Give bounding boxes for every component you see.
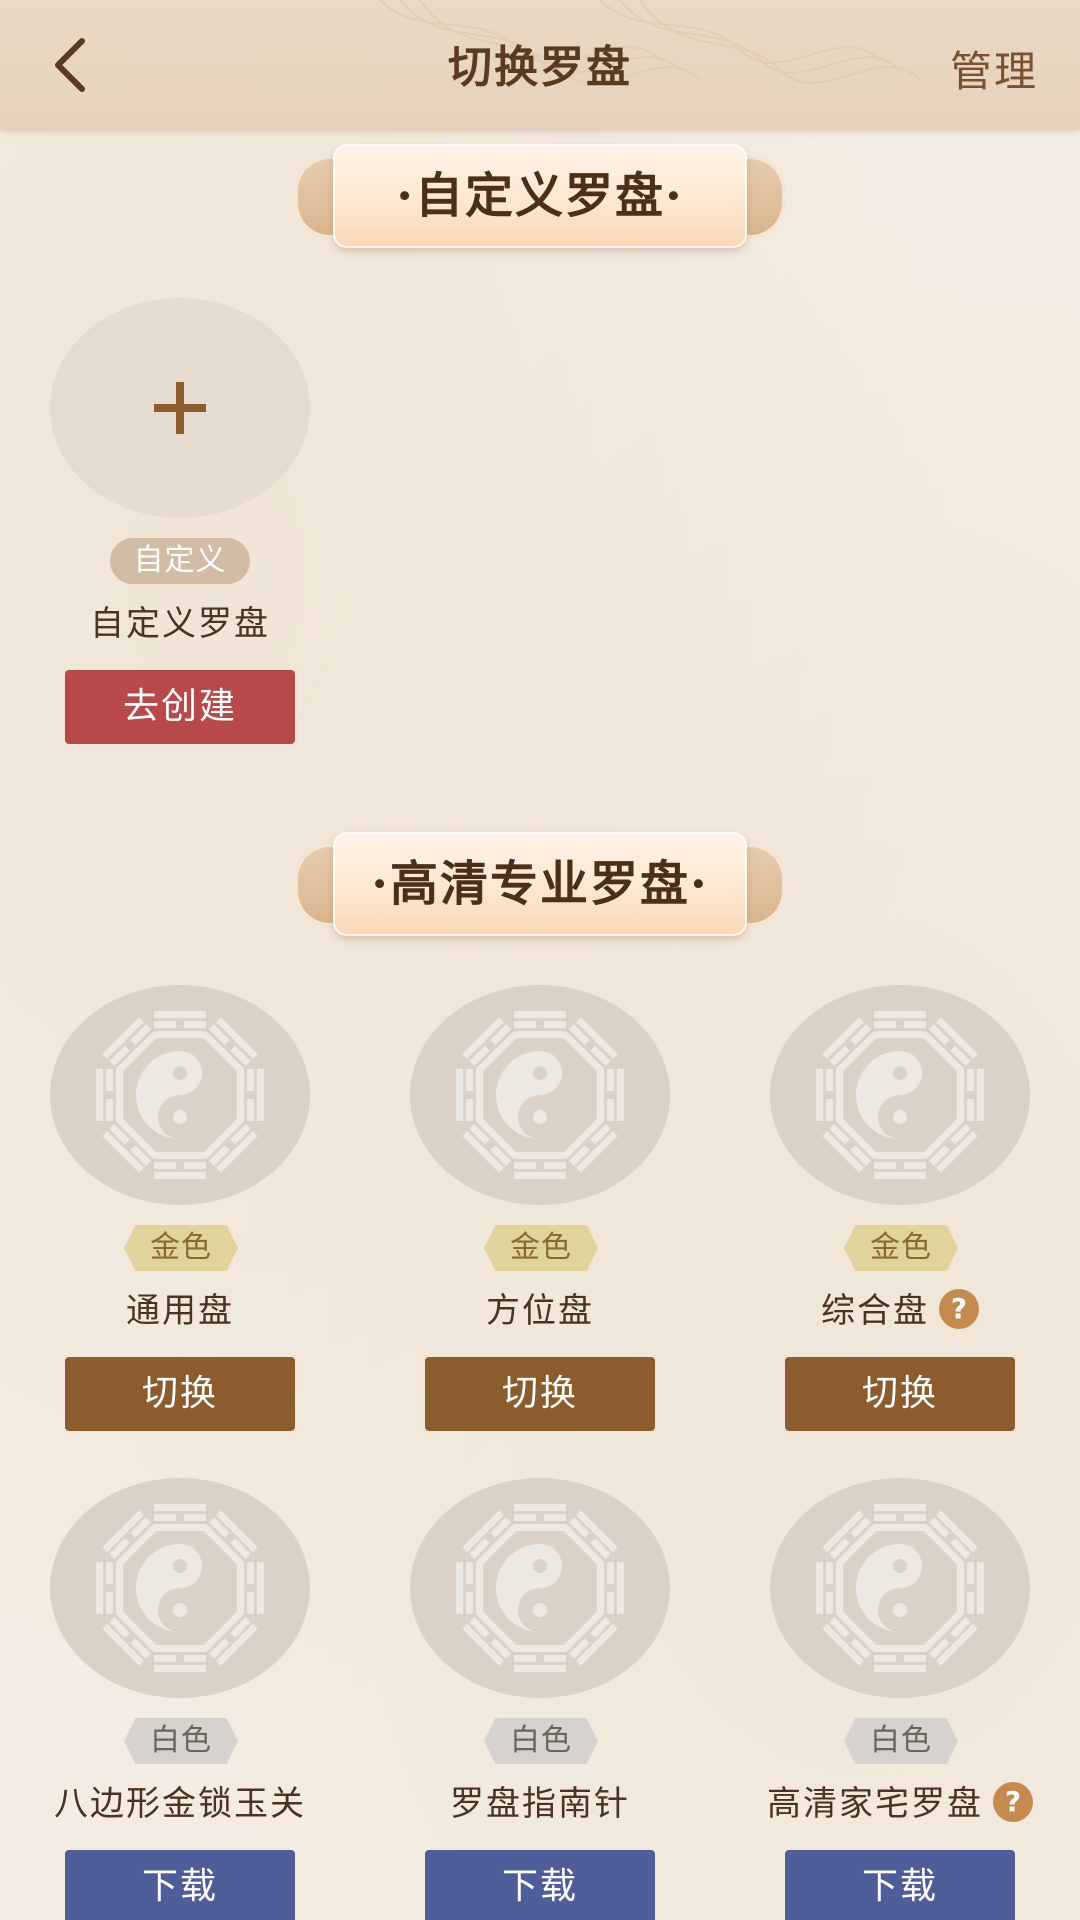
color-tag: 白色 (124, 1718, 238, 1764)
card-name: 八边形金锁玉关 (54, 1784, 306, 1824)
card-name: 自定义罗盘 (90, 604, 270, 644)
color-tag: 白色 (484, 1718, 598, 1764)
card-name: 罗盘指南针 (450, 1784, 630, 1824)
plus-icon (154, 382, 206, 434)
compass-preview[interactable] (770, 985, 1030, 1205)
create-button[interactable]: 去创建 (65, 670, 295, 744)
top-bar: 切换罗盘 管理 (0, 0, 1080, 130)
section-title: ·高清专业罗盘· (371, 856, 709, 912)
bagua-yinyang-icon (810, 1005, 990, 1185)
create-custom-disc[interactable] (50, 298, 310, 518)
custom-tag: 自定义 (110, 538, 250, 584)
compass-preview[interactable] (410, 985, 670, 1205)
section-title: ·自定义罗盘· (396, 168, 684, 224)
card-name: 高清家宅罗盘? (710, 1776, 1080, 1825)
color-tag: 金色 (124, 1225, 238, 1271)
color-tag: 金色 (844, 1225, 958, 1271)
bagua-yinyang-icon (450, 1498, 630, 1678)
card-name: 综合盘? (710, 1283, 1080, 1332)
help-icon[interactable]: ? (993, 1782, 1033, 1822)
compass-preview[interactable] (410, 1478, 670, 1698)
header-wave-pattern (379, 0, 921, 84)
card-name: 方位盘 (486, 1291, 594, 1331)
compass-preview[interactable] (50, 1478, 310, 1698)
switch-button[interactable]: 切换 (65, 1357, 295, 1431)
manage-button[interactable]: 管理 (950, 38, 1038, 99)
download-button[interactable]: 下载 (785, 1850, 1015, 1920)
help-icon[interactable]: ? (939, 1289, 979, 1329)
chevron-left-icon (55, 38, 85, 92)
bagua-yinyang-icon (90, 1498, 270, 1678)
compass-preview[interactable] (770, 1478, 1030, 1698)
switch-button[interactable]: 切换 (785, 1357, 1015, 1431)
back-button[interactable] (40, 30, 100, 100)
compass-preview[interactable] (50, 985, 310, 1205)
pro-section-banner: ·高清专业罗盘· (295, 828, 785, 940)
bagua-yinyang-icon (810, 1498, 990, 1678)
bagua-yinyang-icon (450, 1005, 630, 1185)
download-button[interactable]: 下载 (65, 1850, 295, 1920)
bagua-yinyang-icon (90, 1005, 270, 1185)
color-tag: 金色 (484, 1225, 598, 1271)
download-button[interactable]: 下载 (425, 1850, 655, 1920)
color-tag: 白色 (844, 1718, 958, 1764)
switch-button[interactable]: 切换 (425, 1357, 655, 1431)
custom-section-banner: ·自定义罗盘· (295, 140, 785, 252)
compass-switch-page: 切换罗盘 管理 ·自定义罗盘· 自定义 自定义罗盘 去创建 ·高清专业罗盘· 金… (0, 0, 1080, 1920)
card-name: 通用盘 (126, 1291, 234, 1331)
